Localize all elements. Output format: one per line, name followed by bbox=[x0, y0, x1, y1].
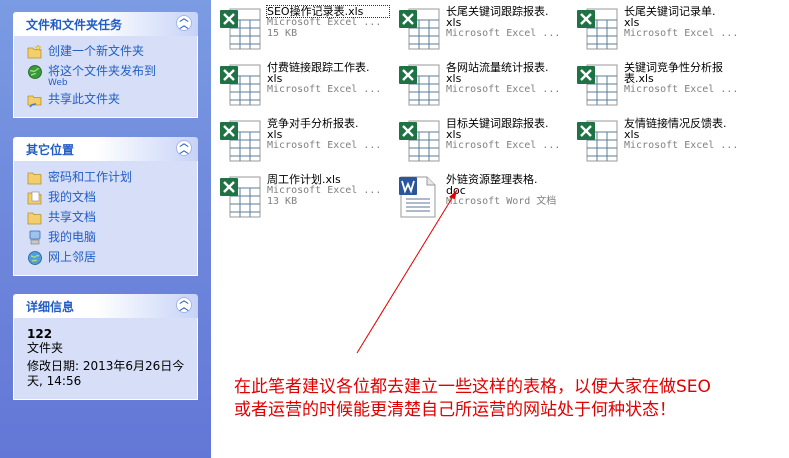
annotation-line1: 在此笔者建议各位都去建立一些这样的表格，以便大家在做SEO bbox=[234, 377, 711, 397]
annotation-line2: 或者运营的时候能更清楚自己所运营的网站处于何种状态！ bbox=[234, 400, 676, 420]
annotation-text: 在此笔者建议各位都去建立一些这样的表格，以便大家在做SEO 或者运营的时候能更清… bbox=[234, 376, 784, 422]
